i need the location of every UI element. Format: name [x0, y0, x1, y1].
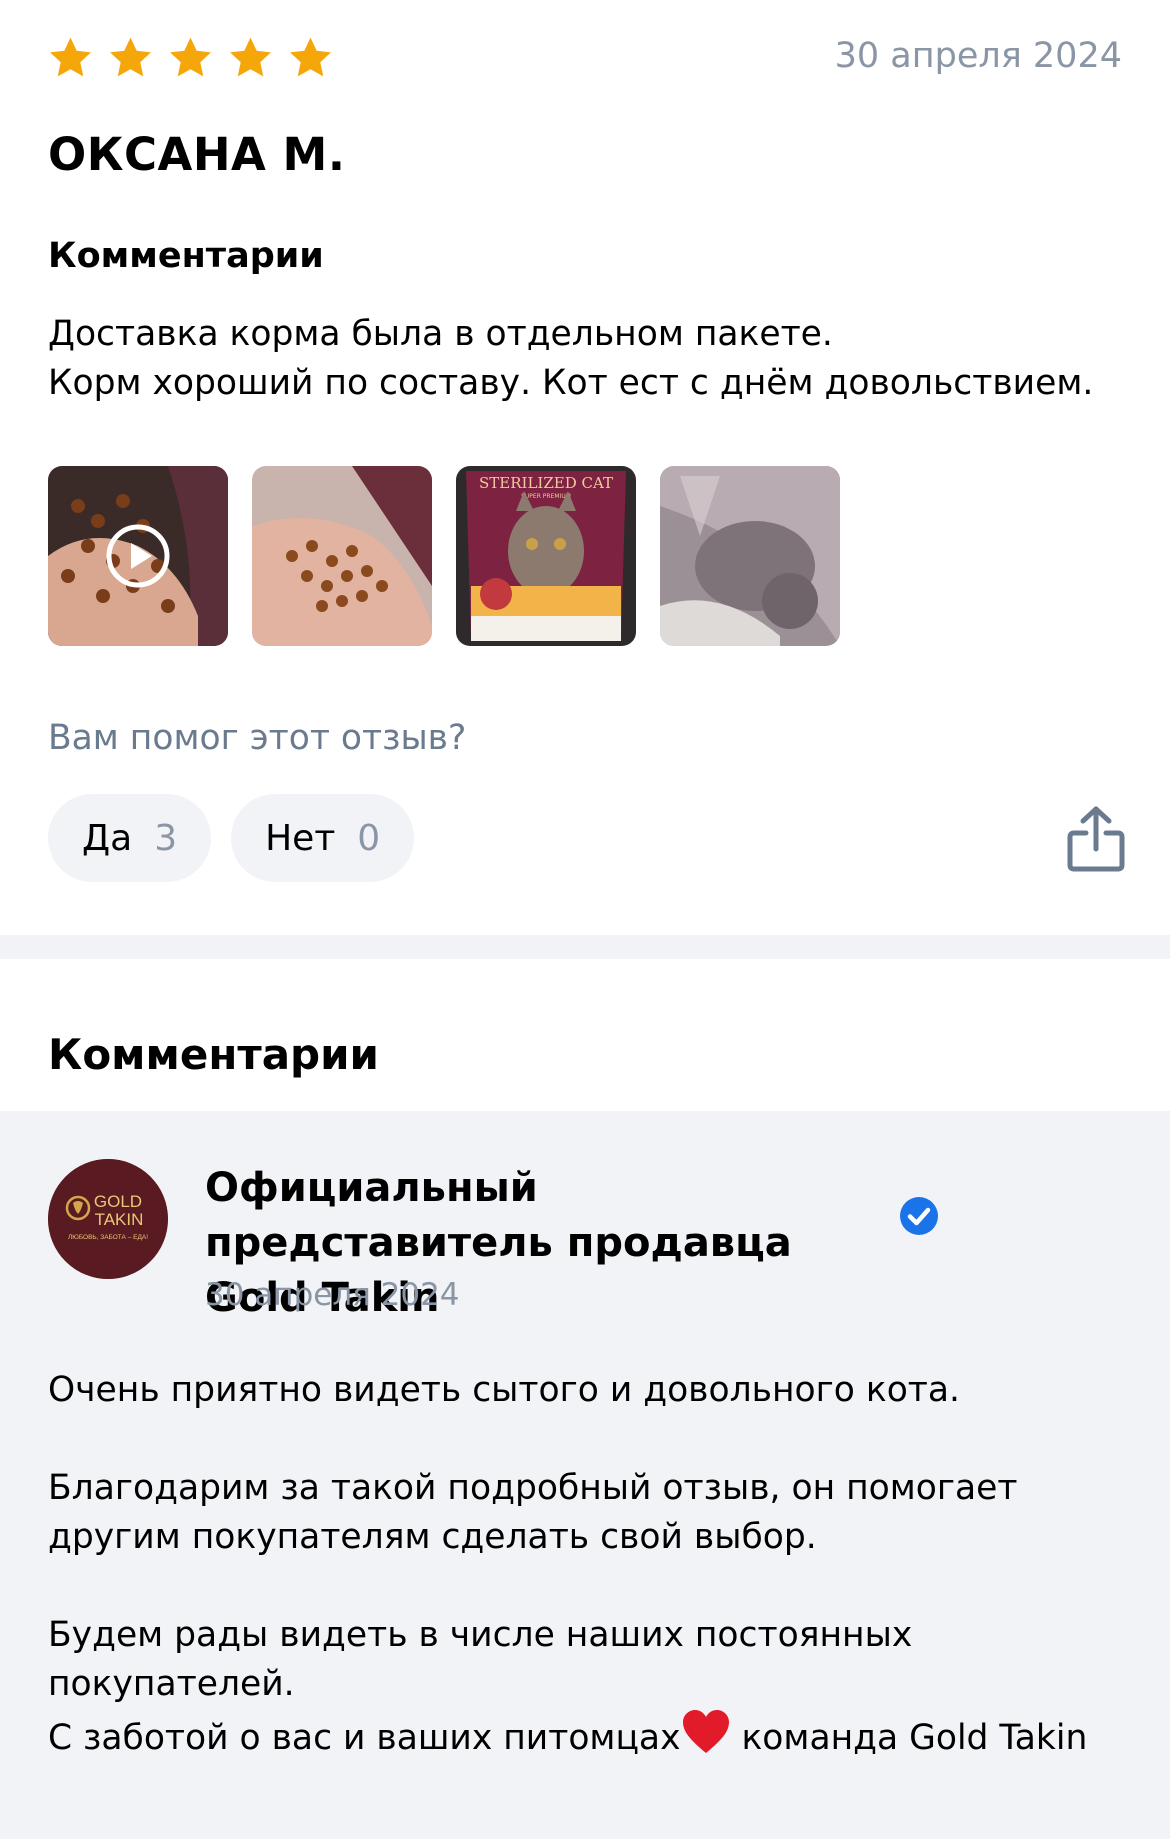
cat-photo-image — [660, 466, 840, 646]
media-thumbnail-photo[interactable]: STERILIZED CAT SUPER PREMIUM — [456, 466, 636, 646]
media-thumbnail-photo[interactable] — [252, 466, 432, 646]
vote-yes-label: Да — [82, 817, 133, 859]
vote-no-count: 0 — [357, 817, 381, 859]
vote-no-button[interactable]: Нет 0 — [231, 794, 415, 882]
star-icon — [50, 37, 91, 77]
review-author: ОКСАНА М. — [48, 128, 346, 181]
food-package-image: STERILIZED CAT SUPER PREMIUM — [456, 466, 636, 646]
vote-yes-button[interactable]: Да 3 — [48, 794, 212, 882]
heart-icon — [682, 1710, 729, 1753]
review-media-gallery: STERILIZED CAT SUPER PREMIUM — [48, 466, 840, 646]
reply-paragraph: Благодарим за такой подробный отзыв, он … — [48, 1468, 1018, 1557]
verified-check-icon — [900, 1197, 938, 1235]
logo-line2: TAKIN — [95, 1210, 144, 1229]
star-icon — [290, 37, 331, 77]
food-in-palm-image — [252, 466, 432, 646]
reply-text: Очень приятно видеть сытого и довольного… — [48, 1366, 1128, 1763]
play-icon — [106, 524, 170, 588]
vote-buttons: Да 3 Нет 0 — [48, 794, 415, 882]
reply-paragraph: Будем рады видеть в числе наших постоянн… — [48, 1611, 1128, 1763]
gold-takin-logo: GOLD TAKIN ЛЮБОВЬ, ЗАБОТА – ЕДА! — [48, 1159, 168, 1279]
helpful-question: Вам помог этот отзыв? — [48, 718, 467, 758]
reply-paragraph: Очень приятно видеть сытого и довольного… — [48, 1370, 961, 1410]
seller-avatar[interactable]: GOLD TAKIN ЛЮБОВЬ, ЗАБОТА – ЕДА! — [48, 1159, 168, 1279]
review-date: 30 апреля 2024 — [834, 36, 1122, 76]
rating-stars — [46, 34, 335, 82]
logo-tagline: ЛЮБОВЬ, ЗАБОТА – ЕДА! — [68, 1234, 148, 1241]
review-card: 30 апреля 2024 ОКСАНА М. Комментарии Дос… — [0, 0, 1170, 935]
media-thumbnail-photo[interactable] — [660, 466, 840, 646]
vote-yes-count: 3 — [154, 817, 178, 859]
review-comments-label: Комментарии — [48, 236, 324, 276]
reply-date: 30 апреля 2024 — [205, 1277, 460, 1313]
star-icon — [230, 37, 271, 77]
section-divider — [0, 935, 1170, 959]
share-icon[interactable] — [1066, 805, 1126, 873]
vote-no-label: Нет — [265, 817, 336, 859]
package-title: STERILIZED CAT — [479, 474, 613, 492]
media-thumbnail-video[interactable] — [48, 466, 228, 646]
seller-reply: GOLD TAKIN ЛЮБОВЬ, ЗАБОТА – ЕДА! Официал… — [0, 1111, 1170, 1839]
star-icon — [170, 37, 211, 77]
reply-paragraph-text: команда Gold Takin — [730, 1718, 1088, 1758]
comments-section-title: Комментарии — [48, 1030, 379, 1079]
star-icon — [110, 37, 151, 77]
review-text: Доставка корма была в отдельном пакете. … — [48, 314, 1094, 403]
package-subtitle: SUPER PREMIUM — [521, 493, 571, 500]
logo-line1: GOLD — [94, 1192, 142, 1211]
